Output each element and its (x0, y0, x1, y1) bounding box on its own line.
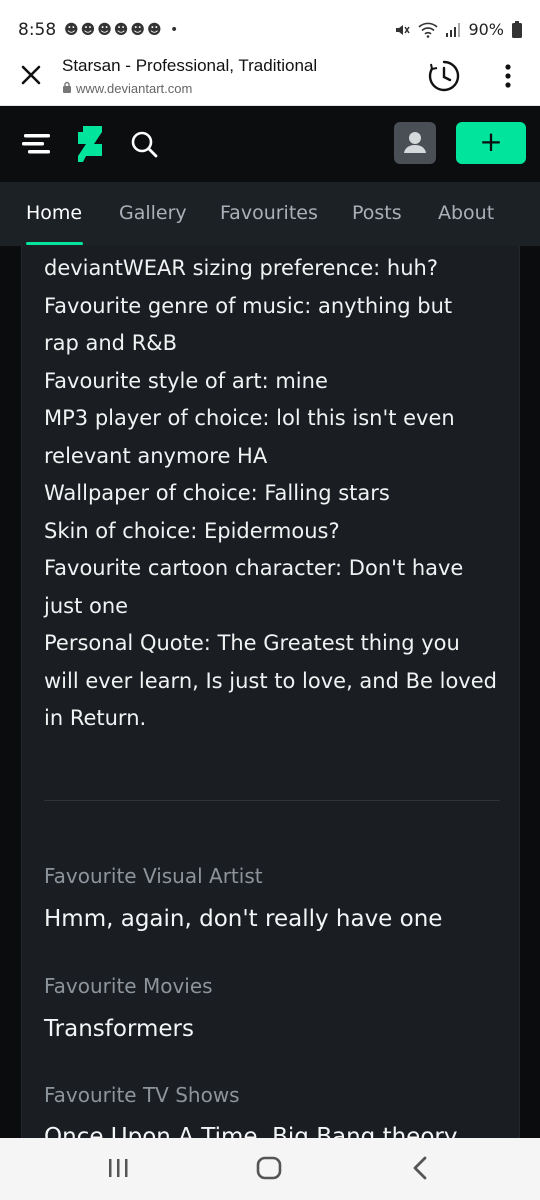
bio-line: Favourite style of art: mine (44, 368, 328, 393)
active-tab-indicator (26, 242, 83, 245)
profile-tabs: Home Gallery Favourites Posts About (0, 182, 540, 246)
bio-line: MP3 player of choice: lol this isn't eve… (44, 406, 455, 430)
favourite-movies-label: Favourite Movies (44, 974, 213, 998)
mute-icon (394, 22, 411, 38)
status-time: 8:58 (18, 20, 57, 40)
site-header: + (0, 106, 540, 182)
browser-toolbar: Starsan - Professional, Traditional www.… (0, 44, 540, 106)
battery-icon (512, 21, 522, 38)
page-url-row[interactable]: www.deviantart.com (62, 81, 192, 96)
deviantart-logo-icon[interactable] (76, 126, 104, 162)
tab-posts[interactable]: Posts (352, 202, 402, 224)
bio-line: relevant anymore HA (44, 443, 268, 468)
bio-line: just one (44, 593, 129, 618)
timer-icon[interactable] (426, 58, 462, 94)
bio-line: in Return. (44, 706, 147, 730)
bio-text: deviantWEAR sizing preference: huh? Favo… (44, 250, 504, 738)
user-avatar-button[interactable] (394, 122, 436, 164)
tab-favourites[interactable]: Favourites (220, 202, 318, 224)
back-icon[interactable] (410, 1156, 430, 1180)
page-title[interactable]: Starsan - Professional, Traditional (62, 56, 317, 76)
bio-line: Wallpaper of choice: Falling stars (44, 481, 390, 505)
tab-gallery[interactable]: Gallery (119, 202, 187, 224)
status-bar: 8:58 ☻☻☻☻☻☻ • 90% (0, 0, 540, 44)
lock-icon (62, 81, 72, 96)
about-panel: deviantWEAR sizing preference: huh? Favo… (21, 246, 520, 1138)
home-icon[interactable] (256, 1156, 282, 1180)
bio-line: rap and R&B (44, 331, 178, 355)
tab-home[interactable]: Home (26, 202, 82, 224)
bio-line: Favourite genre of music: anything but (44, 293, 453, 318)
more-options-icon[interactable] (498, 62, 518, 90)
page-url: www.deviantart.com (76, 81, 193, 96)
create-button[interactable]: + (456, 122, 526, 164)
bio-line: will ever learn, Is just to love, and Be… (44, 668, 497, 693)
bio-line: deviantWEAR sizing preference: huh? (44, 256, 438, 280)
favourite-visual-artist-value: Hmm, again, don't really have one (44, 906, 443, 932)
user-icon (404, 132, 426, 153)
bio-line: Skin of choice: Epidermous? (44, 518, 340, 543)
system-navigation-bar (0, 1138, 540, 1200)
recent-apps-icon[interactable] (107, 1158, 129, 1178)
battery-level: 90% (468, 20, 504, 39)
hamburger-menu-icon[interactable] (22, 130, 52, 158)
status-right: 90% (394, 20, 522, 39)
close-icon[interactable] (18, 62, 44, 88)
wifi-icon (418, 22, 438, 38)
signal-icon (446, 22, 461, 37)
favourite-tv-shows-label: Favourite TV Shows (44, 1083, 240, 1107)
tab-about[interactable]: About (438, 202, 494, 224)
bio-line: Favourite cartoon character: Don't have (44, 556, 464, 580)
notification-icons: ☻☻☻☻☻☻ • (64, 22, 181, 38)
favourite-visual-artist-label: Favourite Visual Artist (44, 864, 263, 888)
section-divider (44, 800, 500, 801)
search-icon[interactable] (130, 130, 158, 158)
bio-line: Personal Quote: The Greatest thing you (44, 631, 460, 655)
favourite-movies-value: Transformers (44, 1016, 194, 1042)
favourite-tv-shows-value: Once Upon A Time, Big Bang theory (44, 1124, 458, 1138)
